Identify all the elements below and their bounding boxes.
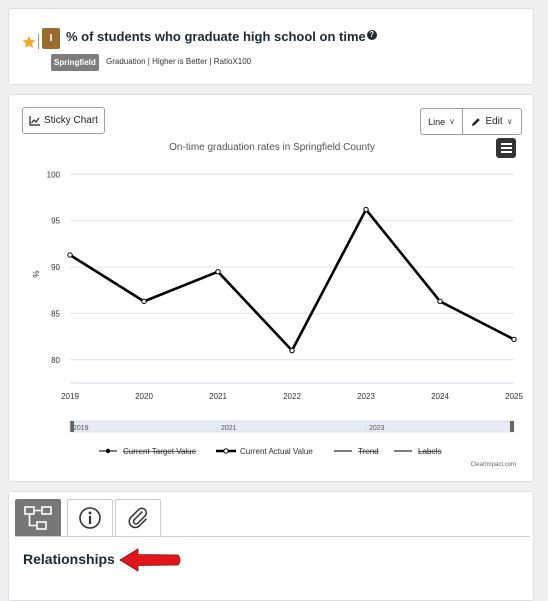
chart-card: On-time graduation rates in Springfield … <box>8 94 534 482</box>
data-point <box>511 336 517 343</box>
navigator-track <box>69 420 515 433</box>
help-icon[interactable]: ? <box>366 30 377 40</box>
legend-item-label: Trend <box>358 447 379 456</box>
x-tick-label: 2023 <box>357 392 375 401</box>
indicator-title: % of students who graduate high school o… <box>66 29 366 44</box>
section-title: Relationships <box>23 551 115 567</box>
y-tick-label: 85 <box>51 309 60 318</box>
legend-item-label: Current Target Value <box>123 447 197 456</box>
chart-credit: ClearImpact.com <box>471 462 516 468</box>
chevron-down-icon: ∨ <box>506 117 513 126</box>
data-point <box>141 298 147 305</box>
hamburger-icon-bar <box>500 147 512 149</box>
indicator-meta: Graduation | Higher is Better | RatioX10… <box>106 57 252 66</box>
chart-type-label: Line <box>428 116 446 127</box>
y-axis-label: % <box>32 270 41 277</box>
y-tick-label: 100 <box>47 170 61 179</box>
x-tick-label: 2022 <box>283 392 301 401</box>
chart-menu-button[interactable] <box>496 138 516 158</box>
navigator-tick-label: 2023 <box>369 425 385 432</box>
indicator-header-card: I % of students who graduate high school… <box>8 8 534 85</box>
legend-item-label: Labels <box>418 447 442 456</box>
indicator-type-badge: I <box>42 28 60 49</box>
chart-icon <box>29 115 41 126</box>
chevron-down-icon: ∨ <box>449 117 455 126</box>
legend-marker <box>223 448 229 454</box>
y-tick-label: 80 <box>51 356 60 365</box>
scope-badge[interactable]: Springfield <box>51 54 99 71</box>
tab-relationships[interactable] <box>15 499 61 537</box>
data-point <box>363 206 369 213</box>
data-point <box>437 298 443 305</box>
series-line <box>69 208 515 352</box>
y-tick-label: 95 <box>51 217 60 226</box>
chart-title: On-time graduation rates in Springfield … <box>169 142 375 153</box>
tab-attachments[interactable] <box>115 499 161 537</box>
hamburger-icon-bar <box>500 151 512 153</box>
line-chart: On-time graduation rates in Springfield … <box>32 142 523 468</box>
relationships-icon <box>24 506 52 530</box>
legend-marker <box>105 448 111 454</box>
tab-divider <box>15 536 530 537</box>
separator <box>38 34 39 49</box>
navigator-tick-label: 2021 <box>221 425 237 432</box>
x-tick-label: 2019 <box>61 392 79 401</box>
data-point <box>67 252 73 258</box>
x-tick-label: 2024 <box>431 392 449 401</box>
navigator-handle-right <box>510 421 514 432</box>
x-tick-label: 2021 <box>209 392 227 401</box>
edit-dropdown[interactable]: Edit ∨ <box>462 108 522 135</box>
hamburger-icon-bar <box>500 143 512 145</box>
paperclip-icon <box>128 507 148 529</box>
pencil-icon <box>472 117 481 126</box>
x-tick-label: 2020 <box>135 392 153 401</box>
data-point <box>215 268 221 275</box>
edit-label: Edit <box>485 116 503 127</box>
sticky-chart-button[interactable]: Sticky Chart <box>22 107 105 134</box>
page-title: % of students who graduate high school o… <box>66 29 377 44</box>
annotation-arrow-icon <box>119 548 181 572</box>
details-card: Relationships <box>8 491 534 601</box>
x-tick-label: 2025 <box>505 392 523 401</box>
y-tick-label: 90 <box>51 263 60 272</box>
tab-info[interactable] <box>67 499 113 537</box>
star-icon[interactable] <box>22 35 36 49</box>
chart-type-dropdown[interactable]: Line ∨ <box>420 108 463 135</box>
info-icon <box>79 507 101 529</box>
legend-item-label: Current Actual Value <box>240 447 313 456</box>
sticky-chart-label: Sticky Chart <box>44 115 98 126</box>
navigator-tick-label: 2019 <box>73 425 89 432</box>
data-point <box>289 347 295 354</box>
